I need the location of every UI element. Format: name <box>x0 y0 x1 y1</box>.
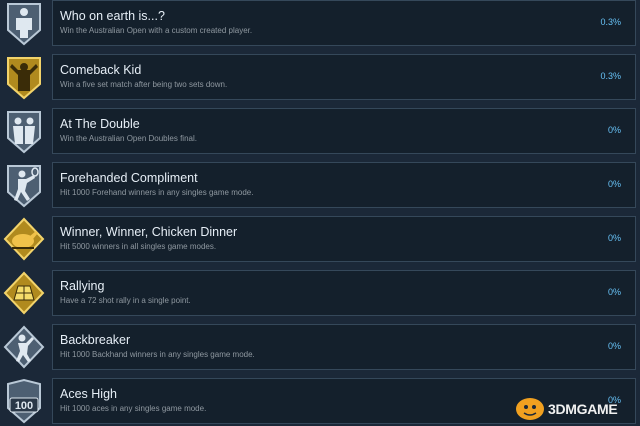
achievement-title: Backbreaker <box>60 333 131 347</box>
achievement-description: Hit 5000 winners in all singles game mod… <box>60 242 217 251</box>
hundred-badge-icon: 100 <box>2 378 46 424</box>
achievement-description: Hit 1000 Backhand winners in any singles… <box>60 350 255 359</box>
forehand-player-icon <box>2 162 46 208</box>
achievement-row[interactable]: Backbreaker Hit 1000 Backhand winners in… <box>52 324 636 370</box>
custom-player-icon <box>2 0 46 46</box>
achievement-title: Rallying <box>60 279 105 293</box>
achievement-row[interactable]: Who on earth is...? Win the Australian O… <box>52 0 636 46</box>
achievement-percent: 0.3% <box>600 71 621 81</box>
achievement-percent: 0.3% <box>600 17 621 27</box>
comeback-player-icon <box>2 54 46 100</box>
achievement-description: Win a five set match after being two set… <box>60 80 228 89</box>
achievement-percent: 0% <box>607 179 621 189</box>
achievement-row[interactable]: Forehanded Compliment Hit 1000 Forehand … <box>52 162 636 208</box>
achievement-percent: 0% <box>607 341 621 351</box>
backhand-player-icon <box>2 324 46 370</box>
achievement-title: At The Double <box>60 117 140 131</box>
achievement-description: Hit 1000 Forehand winners in any singles… <box>60 188 254 197</box>
achievement-percent: 0% <box>607 287 621 297</box>
achievement-row[interactable]: Rallying Have a 72 shot rally in a singl… <box>52 270 636 316</box>
achievement-title: Forehanded Compliment <box>60 171 198 185</box>
achievement-description: Hit 1000 aces in any singles game mode. <box>60 404 207 413</box>
tennis-court-icon <box>2 270 46 316</box>
doubles-players-icon <box>2 108 46 154</box>
achievement-description: Win the Australian Open Doubles final. <box>60 134 197 143</box>
roast-chicken-icon <box>2 216 46 262</box>
hundred-badge-label: 100 <box>15 400 33 412</box>
achievement-percent: 0% <box>607 233 621 243</box>
achievement-title: Aces High <box>60 387 117 401</box>
achievement-title: Winner, Winner, Chicken Dinner <box>60 225 238 239</box>
achievement-percent: 0% <box>607 125 621 135</box>
achievement-description: Have a 72 shot rally in a single point. <box>60 296 191 305</box>
achievement-row[interactable]: Winner, Winner, Chicken Dinner Hit 5000 … <box>52 216 636 262</box>
achievement-row[interactable]: At The Double Win the Australian Open Do… <box>52 108 636 154</box>
achievement-row[interactable]: Comeback Kid Win a five set match after … <box>52 54 636 100</box>
achievement-description: Win the Australian Open with a custom cr… <box>60 26 253 35</box>
achievement-title: Comeback Kid <box>60 63 142 77</box>
achievement-title: Who on earth is...? <box>60 9 165 23</box>
watermark: 3DMGAME <box>514 396 634 422</box>
watermark-text: 3DMGAME <box>548 401 618 417</box>
watermark-logo-icon <box>516 398 544 420</box>
